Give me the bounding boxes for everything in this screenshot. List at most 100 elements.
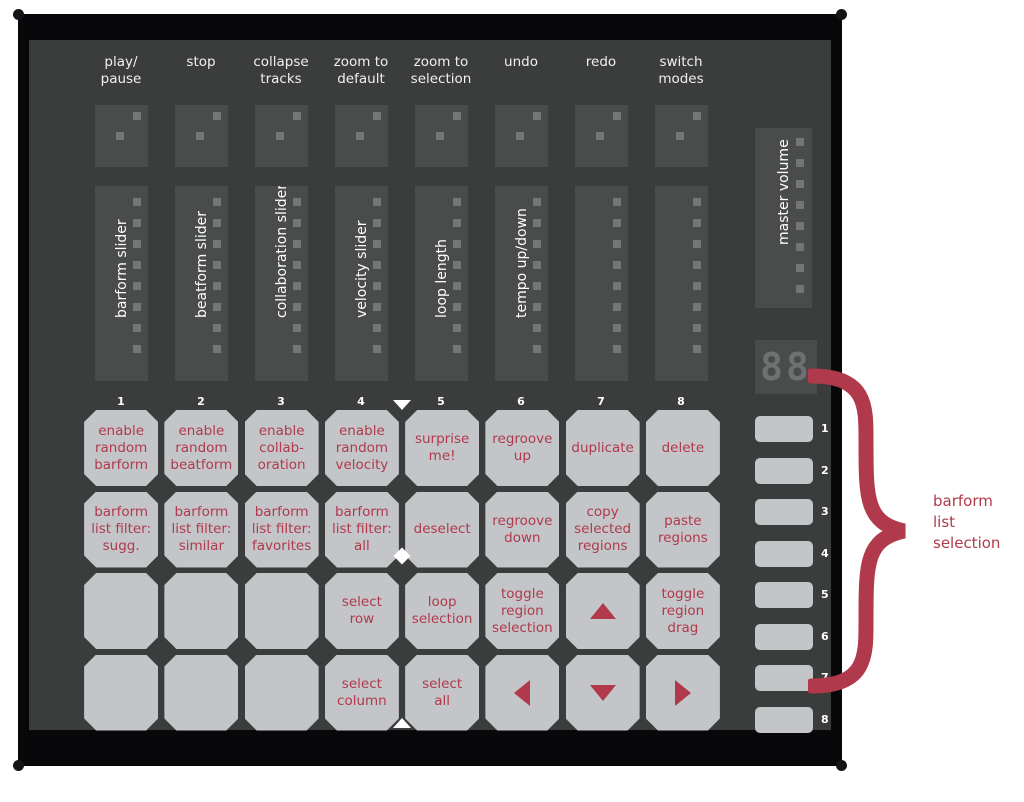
grid-button-label: barform list filter: favorites bbox=[251, 504, 312, 554]
top-pad-5[interactable] bbox=[414, 105, 468, 167]
slider-cell-6: tempo up/down bbox=[481, 186, 561, 381]
grid-cell-r1-c4: enable random velocity bbox=[322, 410, 402, 492]
grid-button-r2-c7[interactable]: copy selected regions bbox=[565, 491, 640, 568]
grid-button-r3-c8[interactable]: toggle region drag bbox=[645, 573, 720, 649]
grid-button-label: toggle region selection bbox=[492, 585, 553, 636]
top-label-4: zoom to default bbox=[333, 54, 389, 87]
grid-button-label: select all bbox=[422, 675, 463, 709]
slider-3[interactable]: collaboration slider bbox=[254, 186, 308, 381]
top-pad-4[interactable] bbox=[334, 105, 388, 167]
top-pad-2[interactable] bbox=[174, 105, 228, 167]
led-indicator-icon bbox=[612, 112, 621, 120]
led-indicator-icon bbox=[212, 112, 221, 120]
grid-cell-r1-c6: regroove up bbox=[482, 410, 562, 492]
grid-button-r2-c4[interactable]: barform list filter: all bbox=[324, 491, 399, 568]
grid-button-r1-c5[interactable]: surprise me! bbox=[405, 410, 480, 486]
pad-cell-6 bbox=[481, 105, 561, 167]
grid-button-r3-c5[interactable]: loop selection bbox=[405, 573, 480, 649]
grid-button-r1-c1[interactable]: enable random barform bbox=[84, 410, 159, 486]
grid-button-empty-r4-c3[interactable] bbox=[244, 654, 319, 731]
led-indicator-icon bbox=[132, 345, 141, 353]
slider-1[interactable]: barform slider bbox=[94, 186, 148, 381]
triangle-up-button[interactable] bbox=[565, 573, 640, 649]
grid-cell-r3-c1 bbox=[81, 573, 161, 655]
slider-cell-5: loop length bbox=[401, 186, 481, 381]
slider-2[interactable]: beatform slider bbox=[174, 186, 228, 381]
top-pad-1[interactable] bbox=[94, 105, 148, 167]
slider-7[interactable] bbox=[574, 186, 628, 381]
slider-6[interactable]: tempo up/down bbox=[494, 186, 548, 381]
side-button-6[interactable] bbox=[755, 623, 813, 650]
grid-button-r3-c6[interactable]: toggle region selection bbox=[485, 573, 560, 649]
grid-button-empty-r4-c1[interactable] bbox=[84, 654, 159, 731]
grid-button-r1-c7[interactable]: duplicate bbox=[565, 410, 640, 486]
grid-button-r1-c2[interactable]: enable random beatform bbox=[164, 410, 239, 486]
grid-button-r1-c6[interactable]: regroove up bbox=[485, 410, 560, 486]
led-indicator-icon bbox=[212, 324, 221, 332]
grid-button-r4-c5[interactable]: select all bbox=[405, 654, 480, 731]
grid-button-r2-c3[interactable]: barform list filter: favorites bbox=[244, 491, 319, 568]
side-button-3[interactable] bbox=[755, 499, 813, 525]
grid-button-r2-c1[interactable]: barform list filter: sugg. bbox=[84, 491, 159, 568]
grid-button-r2-c5[interactable]: deselect bbox=[405, 491, 480, 568]
grid-button-r3-c4[interactable]: select row bbox=[324, 573, 399, 649]
led-indicator-icon bbox=[675, 132, 684, 140]
led-indicator-icon bbox=[355, 132, 364, 140]
led-indicator-icon bbox=[612, 198, 621, 206]
led-indicator-icon bbox=[132, 324, 141, 332]
led-indicator-icon bbox=[692, 282, 701, 290]
grid-button-r2-c8[interactable]: paste regions bbox=[645, 491, 720, 568]
triangle-down-icon bbox=[589, 684, 616, 701]
grid-button-label: regroove up bbox=[492, 431, 553, 464]
side-button-2[interactable] bbox=[755, 457, 813, 484]
column-number-6: 6 bbox=[517, 395, 525, 408]
top-pad-3[interactable] bbox=[254, 105, 308, 167]
grid-button-label: select row bbox=[341, 594, 382, 627]
side-button-1[interactable] bbox=[755, 416, 813, 442]
grid-button-r2-c6[interactable]: regroove down bbox=[485, 491, 560, 568]
slider-4[interactable]: velocity slider bbox=[334, 186, 388, 381]
grid-button-r1-c8[interactable]: delete bbox=[645, 410, 720, 486]
led-indicator-icon bbox=[692, 324, 701, 332]
master-volume-slider[interactable]: master volume bbox=[755, 128, 812, 308]
top-pad-6[interactable] bbox=[494, 105, 548, 167]
led-indicator-icon bbox=[612, 324, 621, 332]
grid-button-empty-r4-c2[interactable] bbox=[164, 654, 239, 731]
led-indicator-icon bbox=[532, 112, 541, 120]
side-button-7[interactable] bbox=[755, 665, 813, 691]
grid-button-empty-r3-c1[interactable] bbox=[84, 573, 159, 649]
side-button-4[interactable] bbox=[755, 540, 813, 567]
grid-button-empty-r3-c3[interactable] bbox=[244, 573, 319, 649]
led-indicator-icon bbox=[612, 303, 621, 311]
grid-button-label: enable random velocity bbox=[335, 422, 389, 473]
slider-8[interactable] bbox=[654, 186, 708, 381]
led-indicator-icon bbox=[796, 285, 804, 293]
grid-button-r2-c2[interactable]: barform list filter: similar bbox=[164, 491, 239, 568]
slider-label-6: tempo up/down bbox=[513, 208, 529, 318]
grid-button-label: regroove down bbox=[492, 512, 553, 546]
column-number-8: 8 bbox=[677, 395, 685, 408]
grid-button-r4-c4[interactable]: select column bbox=[324, 654, 399, 731]
slider-5[interactable]: loop length bbox=[414, 186, 468, 381]
slider-label-3: collaboration slider bbox=[273, 186, 289, 318]
led-indicator-icon bbox=[275, 132, 284, 140]
column-number-7: 7 bbox=[597, 395, 605, 408]
side-button-5[interactable] bbox=[755, 582, 813, 608]
grid-button-r1-c3[interactable]: enable collab-oration bbox=[244, 410, 319, 486]
led-indicator-icon bbox=[692, 261, 701, 269]
triangle-left-button[interactable] bbox=[485, 654, 560, 731]
triangle-down-button[interactable] bbox=[565, 654, 640, 731]
grid-button-r1-c4[interactable]: enable random velocity bbox=[324, 410, 399, 486]
triangle-right-button[interactable] bbox=[645, 654, 720, 731]
top-pad-row bbox=[81, 105, 721, 167]
button-grid: enable random barform enable random beatform e… bbox=[81, 400, 723, 737]
led-indicator-icon bbox=[372, 112, 381, 120]
top-pad-7[interactable] bbox=[574, 105, 628, 167]
column-number-2: 2 bbox=[197, 395, 205, 408]
top-label-8: switch modes bbox=[658, 54, 704, 87]
grid-button-empty-r3-c2[interactable] bbox=[164, 573, 239, 649]
side-button-8[interactable] bbox=[755, 706, 813, 733]
top-pad-8[interactable] bbox=[654, 105, 708, 167]
grid-cell-r3-c8: toggle region drag bbox=[643, 573, 723, 655]
grid-cell-r4-c2 bbox=[161, 654, 241, 737]
